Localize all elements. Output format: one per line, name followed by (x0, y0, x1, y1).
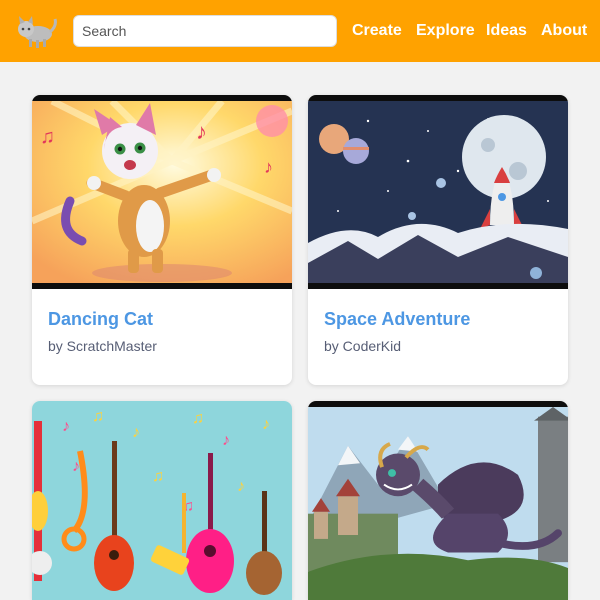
nav-about[interactable]: About (541, 0, 587, 62)
svg-text:♪: ♪ (132, 424, 140, 441)
svg-text:♫: ♫ (92, 408, 104, 425)
project-title[interactable]: Space Adventure (324, 309, 470, 330)
dragon-castle-thumbnail[interactable] (308, 401, 568, 600)
project-card[interactable] (308, 401, 568, 600)
project-title[interactable]: Dancing Cat (48, 309, 153, 330)
svg-text:♪: ♪ (222, 432, 230, 449)
top-header: Create Explore Ideas About (0, 0, 600, 62)
svg-text:♫: ♫ (40, 126, 55, 148)
project-author[interactable]: by CoderKid (324, 338, 401, 354)
search-input[interactable] (73, 15, 337, 47)
svg-text:♪: ♪ (262, 416, 270, 433)
nav-explore[interactable]: Explore (416, 0, 475, 62)
svg-text:♪: ♪ (196, 119, 207, 144)
project-card[interactable]: ♪ ♫ ♪ ♫ ♪ ♪ ♫ ♪ ♪ ♫ (32, 401, 292, 600)
nav-create[interactable]: Create (352, 0, 402, 62)
space-rocket-thumbnail[interactable] (308, 95, 568, 289)
project-author[interactable]: by ScratchMaster (48, 338, 157, 354)
music-instruments-thumbnail[interactable]: ♪♫ ♪♫ ♪♪ ♫♪ ♪♫ (32, 401, 292, 600)
project-card[interactable]: Space Adventure by CoderKid (308, 95, 568, 385)
nav-ideas[interactable]: Ideas (486, 0, 527, 62)
svg-text:♪: ♪ (237, 478, 245, 495)
dancing-cat-thumbnail[interactable]: ♫ ♪ ♪ (32, 95, 292, 289)
scratch-cat-logo-icon[interactable] (14, 16, 58, 48)
project-card[interactable]: ♫ ♪ ♪ Dancing Cat by ScratchMaster (32, 95, 292, 385)
svg-text:♪: ♪ (264, 157, 273, 177)
svg-text:♫: ♫ (192, 410, 204, 427)
svg-text:♪: ♪ (62, 418, 70, 435)
svg-text:♫: ♫ (152, 468, 164, 485)
